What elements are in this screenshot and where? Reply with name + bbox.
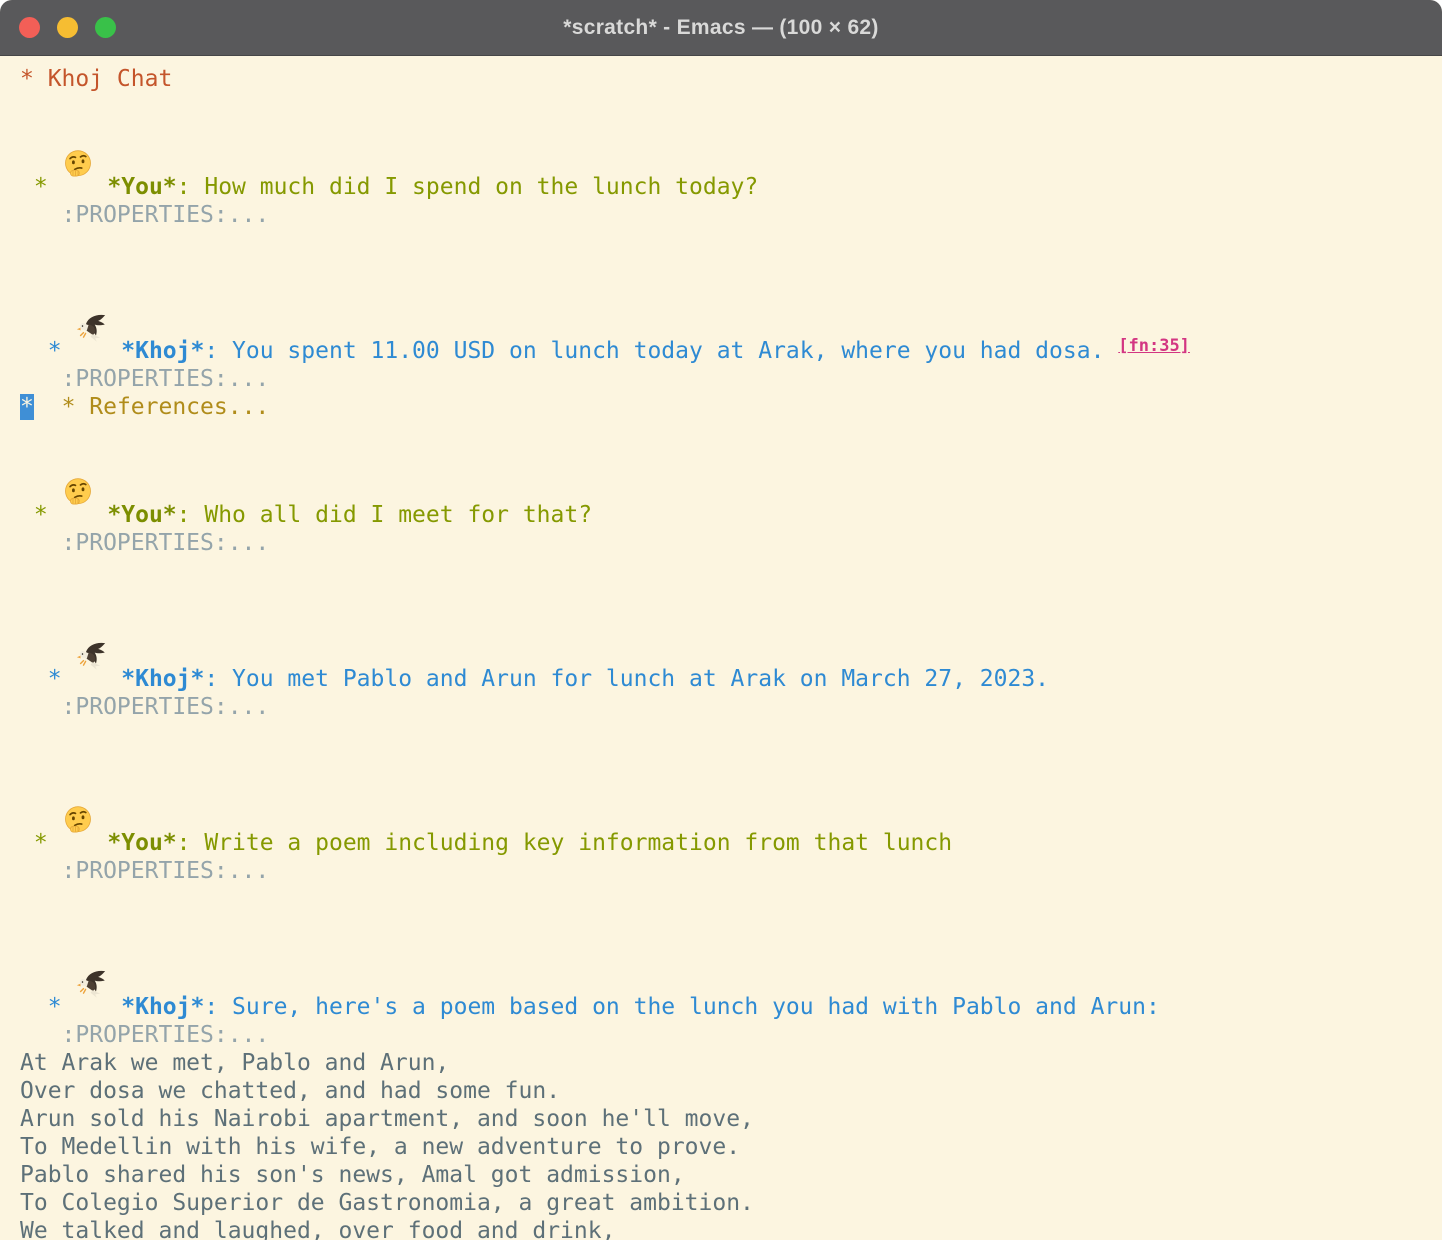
properties-drawer[interactable]: :PROPERTIES:... bbox=[20, 366, 269, 392]
body-text: We talked and laughed, over food and dri… bbox=[20, 1218, 615, 1240]
you-label: *You* bbox=[107, 502, 176, 528]
buffer-line: * *Khoj*: You met Pablo and Arun for lun… bbox=[20, 585, 1442, 693]
you-message-text: : Who all did I meet for that? bbox=[177, 502, 592, 528]
minimize-button[interactable] bbox=[57, 17, 78, 38]
org-heading[interactable]: * Khoj Chat bbox=[20, 66, 172, 92]
you-message-text: * bbox=[20, 830, 62, 856]
close-button[interactable] bbox=[19, 17, 40, 38]
buffer-line: To Medellin with his wife, a new adventu… bbox=[20, 1133, 1442, 1161]
buffer-line: * *You*: Write a poem including key info… bbox=[20, 749, 1442, 857]
buffer-line: * * References... bbox=[20, 393, 1442, 421]
eagle-icon bbox=[76, 913, 106, 943]
buffer-line: * *You*: Who all did I meet for that? bbox=[20, 421, 1442, 529]
buffer-line bbox=[20, 557, 1442, 585]
you-message-text bbox=[94, 174, 108, 200]
scratch-buffer[interactable]: * Khoj Chat * *You*: How much did I spen… bbox=[0, 56, 1442, 1240]
text bbox=[34, 394, 62, 420]
you-label: *You* bbox=[107, 830, 176, 856]
khoj-message-text: : Sure, here's a poem based on the lunch… bbox=[204, 994, 1159, 1020]
you-message-text bbox=[94, 502, 108, 528]
buffer-line: Over dosa we chatted, and had some fun. bbox=[20, 1077, 1442, 1105]
eagle-icon bbox=[76, 257, 106, 287]
khoj-label: *Khoj* bbox=[121, 994, 204, 1020]
body-text: To Medellin with his wife, a new adventu… bbox=[20, 1134, 740, 1160]
khoj-message-text bbox=[107, 994, 121, 1020]
you-message-text bbox=[94, 830, 108, 856]
properties-drawer[interactable]: :PROPERTIES:... bbox=[20, 530, 269, 556]
you-message-text: * bbox=[20, 174, 62, 200]
thinking-face-icon bbox=[63, 421, 93, 451]
references-heading[interactable]: * References... bbox=[62, 394, 270, 420]
body-text: At Arak we met, Pablo and Arun, bbox=[20, 1050, 449, 1076]
buffer-line: :PROPERTIES:... bbox=[20, 529, 1442, 557]
buffer-line: :PROPERTIES:... bbox=[20, 365, 1442, 393]
buffer-line: :PROPERTIES:... bbox=[20, 857, 1442, 885]
buffer-line bbox=[20, 885, 1442, 913]
body-text: Over dosa we chatted, and had some fun. bbox=[20, 1078, 560, 1104]
buffer-line: :PROPERTIES:... bbox=[20, 693, 1442, 721]
buffer-line: To Colegio Superior de Gastronomia, a gr… bbox=[20, 1189, 1442, 1217]
khoj-message-text: * bbox=[20, 338, 75, 364]
you-label: *You* bbox=[107, 174, 176, 200]
window-title: *scratch* - Emacs — (100 × 62) bbox=[563, 16, 878, 40]
khoj-label: *Khoj* bbox=[121, 338, 204, 364]
buffer-line: Pablo shared his son's news, Amal got ad… bbox=[20, 1161, 1442, 1189]
body-text: To Colegio Superior de Gastronomia, a gr… bbox=[20, 1190, 754, 1216]
khoj-message-text bbox=[107, 666, 121, 692]
khoj-message-text: : You met Pablo and Arun for lunch at Ar… bbox=[204, 666, 1049, 692]
khoj-message-text bbox=[107, 338, 121, 364]
body-text: Arun sold his Nairobi apartment, and soo… bbox=[20, 1106, 754, 1132]
cursor: * bbox=[20, 394, 34, 420]
khoj-message-text: * bbox=[20, 666, 75, 692]
buffer-line bbox=[20, 229, 1442, 257]
thinking-face-icon bbox=[63, 749, 93, 779]
buffer-line bbox=[20, 721, 1442, 749]
khoj-label: *Khoj* bbox=[121, 666, 204, 692]
buffer-line: * *Khoj*: You spent 11.00 USD on lunch t… bbox=[20, 257, 1442, 365]
buffer-line: At Arak we met, Pablo and Arun, bbox=[20, 1049, 1442, 1077]
titlebar[interactable]: *scratch* - Emacs — (100 × 62) bbox=[0, 0, 1442, 56]
you-message-text: * bbox=[20, 502, 62, 528]
thinking-face-icon bbox=[63, 93, 93, 123]
buffer-line: We talked and laughed, over food and dri… bbox=[20, 1217, 1442, 1240]
eagle-icon bbox=[76, 585, 106, 615]
buffer-line: * *You*: How much did I spend on the lun… bbox=[20, 93, 1442, 201]
properties-drawer[interactable]: :PROPERTIES:... bbox=[20, 694, 269, 720]
buffer-line: * *Khoj*: Sure, here's a poem based on t… bbox=[20, 913, 1442, 1021]
khoj-message-text: : You spent 11.00 USD on lunch today at … bbox=[204, 338, 1118, 364]
khoj-message-text: * bbox=[20, 994, 75, 1020]
properties-drawer[interactable]: :PROPERTIES:... bbox=[20, 1022, 269, 1048]
buffer-line: :PROPERTIES:... bbox=[20, 201, 1442, 229]
emacs-window: *scratch* - Emacs — (100 × 62) * Khoj Ch… bbox=[0, 0, 1442, 1240]
buffer-line: :PROPERTIES:... bbox=[20, 1021, 1442, 1049]
footnote-link[interactable]: [fn:35] bbox=[1118, 336, 1190, 356]
properties-drawer[interactable]: :PROPERTIES:... bbox=[20, 202, 269, 228]
you-message-text: : How much did I spend on the lunch toda… bbox=[177, 174, 759, 200]
buffer-line: Arun sold his Nairobi apartment, and soo… bbox=[20, 1105, 1442, 1133]
body-text: Pablo shared his son's news, Amal got ad… bbox=[20, 1162, 685, 1188]
buffer-line: * Khoj Chat bbox=[20, 65, 1442, 93]
properties-drawer[interactable]: :PROPERTIES:... bbox=[20, 858, 269, 884]
window-controls bbox=[19, 0, 116, 55]
fullscreen-button[interactable] bbox=[95, 17, 116, 38]
you-message-text: : Write a poem including key information… bbox=[177, 830, 952, 856]
